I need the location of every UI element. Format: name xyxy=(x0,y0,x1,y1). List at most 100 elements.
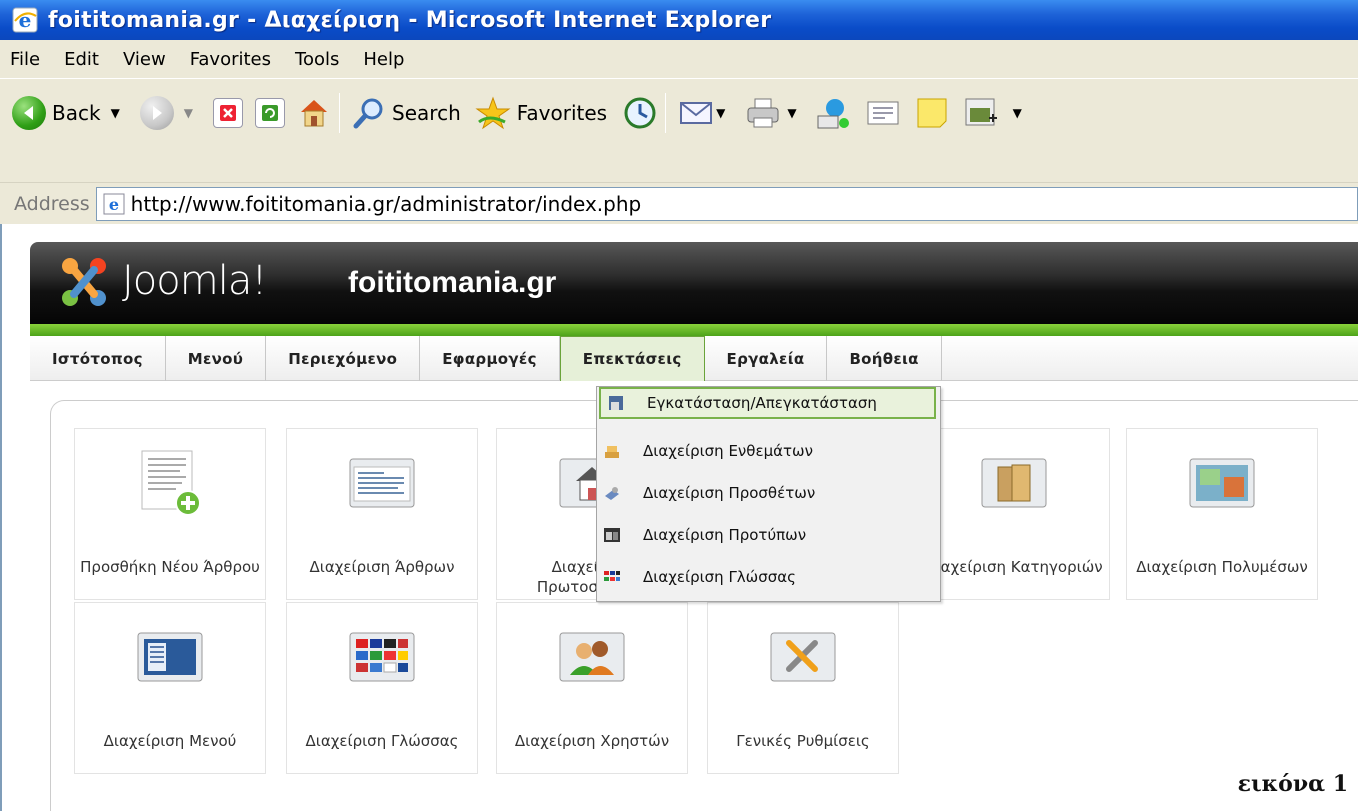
back-icon xyxy=(12,96,46,130)
back-dropdown-icon[interactable]: ▼ xyxy=(111,106,120,120)
menu-edit[interactable]: Edit xyxy=(54,49,113,70)
address-bar: Address e http://www.foititomania.gr/adm… xyxy=(0,182,1358,224)
browser-toolbar: Back ▼ ▼ Search Favorites ▼ ▼ ▼ xyxy=(0,78,1358,182)
tile-label: Προσθήκη Νέου Άρθρου xyxy=(80,558,260,576)
template-icon xyxy=(604,528,620,542)
menu-file[interactable]: File xyxy=(0,49,54,70)
window-titlebar: e foititomania.gr - Διαχείριση - Microso… xyxy=(0,0,1358,40)
tile-global-config[interactable]: Γενικές Ρυθμίσεις xyxy=(707,602,899,774)
joomla-brand: Joomla! xyxy=(122,258,267,304)
forward-button[interactable]: ▼ xyxy=(139,96,193,130)
back-button[interactable]: Back ▼ xyxy=(12,96,120,130)
menu-tools[interactable]: Tools xyxy=(285,49,353,70)
tile-media-manager[interactable]: Διαχείριση Πολυμέσων xyxy=(1126,428,1318,600)
nav-components[interactable]: Εφαρμογές xyxy=(420,336,560,381)
messenger-button[interactable] xyxy=(815,96,851,130)
language-manager-icon xyxy=(349,632,415,682)
plugin-icon xyxy=(605,487,619,500)
tile-article-manager[interactable]: Διαχείριση Άρθρων xyxy=(286,428,478,600)
print-dropdown-icon[interactable]: ▼ xyxy=(787,106,796,120)
nav-menus[interactable]: Μενού xyxy=(166,336,267,381)
mail-dropdown-icon[interactable]: ▼ xyxy=(716,106,725,120)
admin-menu: Ιστότοπος Μενού Περιεχόμενο Εφαρμογές Επ… xyxy=(30,336,1358,381)
media-dropdown-icon[interactable]: ▼ xyxy=(1013,106,1022,120)
forward-icon xyxy=(139,96,174,130)
notes-button[interactable] xyxy=(915,96,949,130)
svg-text:e: e xyxy=(109,195,119,214)
menu-view[interactable]: View xyxy=(113,49,180,70)
forward-dropdown-icon[interactable]: ▼ xyxy=(184,106,193,120)
tile-label: Διαχείριση Χρηστών xyxy=(514,732,670,750)
home-icon xyxy=(301,100,328,127)
edit-button[interactable] xyxy=(865,98,901,128)
nav-tools[interactable]: Εργαλεία xyxy=(705,336,828,381)
figure-caption: εικόνα 1 xyxy=(1237,771,1348,797)
page-ie-icon: e xyxy=(103,193,125,214)
ie-icon: e xyxy=(12,7,38,33)
dd-language-manager[interactable]: Διαχείριση Γλώσσας xyxy=(597,559,942,595)
search-label: Search xyxy=(392,101,461,125)
site-name: foititomania.gr xyxy=(348,266,557,299)
tile-user-manager[interactable]: Διαχείριση Χρηστών xyxy=(496,602,688,774)
toolbar-separator xyxy=(665,93,667,133)
tile-menu-manager[interactable]: Διαχείριση Μενού xyxy=(74,602,266,774)
mail-icon xyxy=(680,102,713,124)
back-label: Back xyxy=(52,101,101,125)
dd-module-manager[interactable]: Διαχείριση Ενθεμάτων xyxy=(597,433,942,469)
history-icon xyxy=(624,97,656,129)
print-button[interactable]: ▼ xyxy=(745,96,797,130)
menu-favorites[interactable]: Favorites xyxy=(180,49,285,70)
print-icon xyxy=(747,98,779,128)
history-button[interactable] xyxy=(623,96,657,130)
tile-add-article[interactable]: Προσθήκη Νέου Άρθρου xyxy=(74,428,266,600)
messenger-icon xyxy=(817,99,849,129)
home-button[interactable] xyxy=(297,96,331,130)
tile-label: Διαχείριση Κατηγοριών xyxy=(925,558,1103,576)
category-manager-icon xyxy=(981,458,1047,508)
global-config-icon xyxy=(770,632,836,682)
media-icon xyxy=(965,98,997,126)
browser-menubar: File Edit View Favorites Tools Help xyxy=(0,40,1358,78)
favorites-label: Favorites xyxy=(516,101,608,125)
add-article-icon xyxy=(141,450,201,516)
address-url: http://www.foititomania.gr/administrator… xyxy=(130,191,642,216)
tile-label: Διαχείριση Μενού xyxy=(103,732,237,750)
refresh-icon xyxy=(255,98,286,128)
window-title: foititomania.gr - Διαχείριση - Microsoft… xyxy=(48,7,772,33)
tile-label: Διαχείριση Γλώσσας xyxy=(305,732,459,750)
search-button[interactable]: Search xyxy=(352,96,461,130)
favorites-star-icon xyxy=(475,96,511,130)
tile-language-manager[interactable]: Διαχείριση Γλώσσας xyxy=(286,602,478,774)
nav-site[interactable]: Ιστότοπος xyxy=(30,336,166,381)
article-manager-icon xyxy=(349,458,415,508)
tile-label: Διαχείριση Άρθρων xyxy=(309,558,455,576)
menu-help[interactable]: Help xyxy=(353,49,418,70)
mail-button[interactable]: ▼ xyxy=(678,98,725,128)
nav-extensions[interactable]: Επεκτάσεις xyxy=(559,336,705,381)
stop-button[interactable] xyxy=(213,98,244,128)
edit-icon xyxy=(867,101,899,125)
tile-label: Γενικές Ρυθμίσεις xyxy=(736,732,870,750)
address-input[interactable]: e http://www.foititomania.gr/administrat… xyxy=(95,186,1358,221)
media-manager-icon xyxy=(1189,458,1255,508)
favorites-button[interactable]: Favorites xyxy=(475,96,607,130)
media-button[interactable]: ▼ xyxy=(963,96,1022,130)
refresh-button[interactable] xyxy=(255,98,286,128)
language-icon xyxy=(604,571,620,581)
dd-plugin-manager[interactable]: Διαχείριση Προσθέτων xyxy=(597,475,942,511)
nav-help[interactable]: Βοήθεια xyxy=(827,336,942,381)
nav-content[interactable]: Περιεχόμενο xyxy=(266,336,421,381)
address-label: Address xyxy=(14,192,90,215)
notes-icon xyxy=(917,98,947,128)
tile-category-manager[interactable]: Διαχείριση Κατηγοριών xyxy=(918,428,1110,600)
dd-install-uninstall[interactable]: Εγκατάσταση/Απεγκατάσταση xyxy=(599,387,936,419)
install-icon xyxy=(609,396,623,410)
tile-label: Διαχείριση Πολυμέσων xyxy=(1136,558,1308,576)
module-icon xyxy=(605,446,619,458)
dd-template-manager[interactable]: Διαχείριση Προτύπων xyxy=(597,517,942,553)
page-content: Joomla! foititomania.gr Ιστότοπος Μενού … xyxy=(0,224,1358,811)
extensions-dropdown: Εγκατάσταση/Απεγκατάσταση Διαχείριση Ενθ… xyxy=(596,386,941,602)
menu-manager-icon xyxy=(137,632,203,682)
stop-icon xyxy=(213,98,244,128)
user-manager-icon xyxy=(559,632,625,682)
